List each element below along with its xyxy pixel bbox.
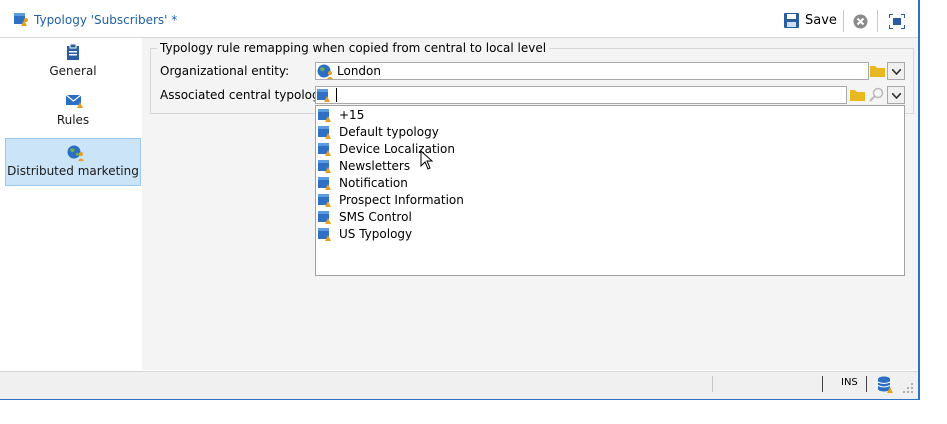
save-button[interactable]: Save (805, 13, 837, 28)
text-caret (336, 88, 337, 102)
window-title: Typology 'Subscribers' * (34, 13, 178, 27)
typology-icon (318, 126, 331, 139)
list-item[interactable]: US Typology (316, 226, 904, 243)
central-typology-dropdown-button[interactable] (887, 86, 905, 104)
list-item-label: Newsletters (339, 159, 411, 173)
list-item-label: Default typology (339, 125, 439, 139)
folder-icon[interactable] (850, 88, 865, 101)
chevron-down-icon (892, 69, 901, 75)
globe-user-icon (67, 145, 84, 161)
mouse-cursor-icon (420, 150, 434, 170)
status-separator (822, 376, 823, 392)
status-separator (866, 376, 867, 392)
sidebar-item-rules[interactable]: Rules (5, 94, 141, 130)
list-item[interactable]: Newsletters (316, 158, 904, 175)
chevron-down-icon (892, 93, 901, 99)
database-icon[interactable] (877, 376, 893, 393)
list-item-label: Device Localization (339, 142, 455, 156)
list-item-label: SMS Control (339, 210, 412, 224)
toolbar-separator (877, 10, 878, 32)
typology-window: Typology 'Subscribers' * Save General Ru… (0, 0, 920, 400)
sidebar-item-distributed-marketing[interactable]: Distributed marketing (5, 138, 141, 186)
typology-icon (317, 89, 330, 102)
central-typology-field[interactable] (315, 86, 847, 104)
sidebar-item-label: Distributed marketing (7, 164, 139, 178)
typology-icon (318, 143, 331, 156)
list-item[interactable]: Prospect Information (316, 192, 904, 209)
group-title: Typology rule remapping when copied from… (157, 41, 550, 55)
close-circle-icon[interactable] (853, 14, 868, 29)
typology-icon (318, 211, 331, 224)
status-bar (0, 371, 918, 399)
list-item-label: +15 (339, 108, 365, 122)
list-item-label: Prospect Information (339, 193, 464, 207)
list-item[interactable]: SMS Control (316, 209, 904, 226)
insert-mode-indicator: INS (841, 377, 858, 388)
typology-icon (318, 177, 331, 190)
status-separator (712, 376, 713, 392)
org-entity-label: Organizational entity: (160, 64, 290, 78)
typology-icon (14, 13, 28, 26)
folder-icon[interactable] (870, 64, 885, 77)
list-item-label: US Typology (339, 227, 413, 241)
list-item[interactable]: Notification (316, 175, 904, 192)
sidebar-item-general[interactable]: General (5, 44, 141, 82)
sidebar-item-label: General (49, 64, 97, 78)
title-bar: Typology 'Subscribers' * Save (0, 0, 918, 38)
typology-icon (318, 194, 331, 207)
list-item[interactable]: +15 (316, 107, 904, 124)
search-icon[interactable] (869, 87, 884, 102)
central-typology-label: Associated central typology: (160, 88, 330, 102)
typology-icon (318, 160, 331, 173)
globe-user-icon (317, 64, 333, 79)
typology-dropdown-list: +15 Default typology Device Localization… (315, 105, 905, 276)
org-entity-field[interactable]: London (315, 62, 869, 80)
envelope-rules-icon (66, 94, 83, 108)
resize-grip-icon[interactable] (903, 383, 914, 394)
maximize-icon[interactable] (889, 14, 905, 29)
save-icon[interactable] (784, 13, 799, 28)
toolbar-separator (843, 10, 844, 32)
sidebar-item-label: Rules (56, 113, 90, 127)
list-item-label: Notification (339, 176, 408, 190)
org-entity-value: London (337, 64, 381, 78)
clipboard-icon (67, 44, 79, 60)
sidebar: General Rules Distributed marketing (0, 38, 142, 370)
list-item[interactable]: Default typology (316, 124, 904, 141)
typology-icon (318, 109, 331, 122)
org-entity-dropdown-button[interactable] (887, 62, 905, 80)
list-item[interactable]: Device Localization (316, 141, 904, 158)
typology-icon (318, 228, 331, 241)
